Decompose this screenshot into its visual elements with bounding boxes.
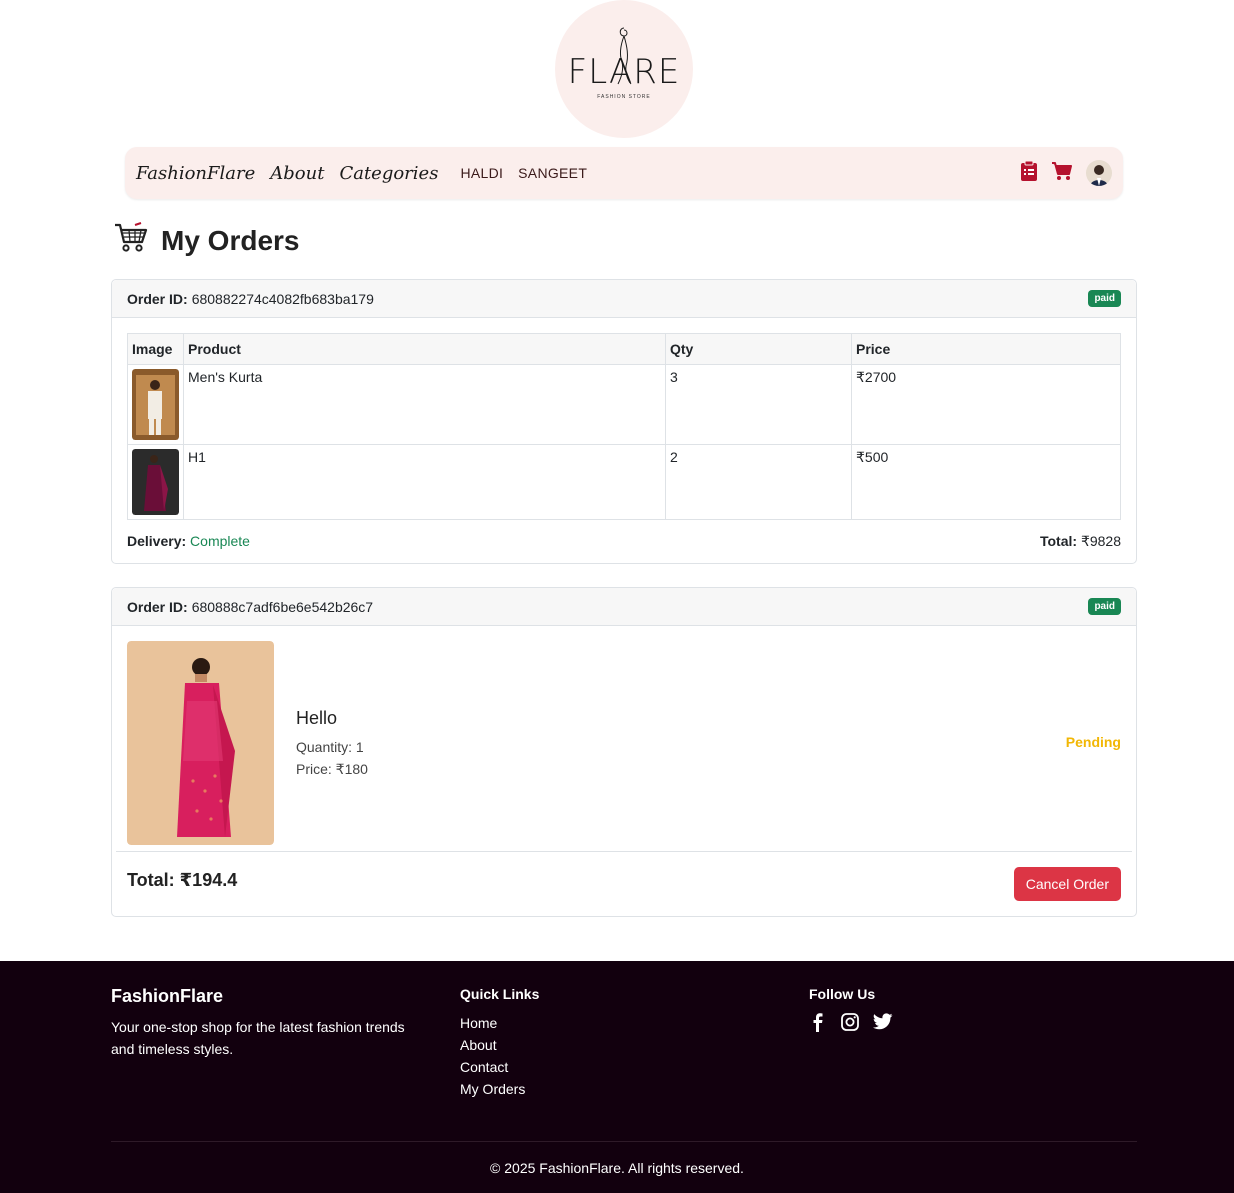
- cart-icon: [113, 222, 149, 259]
- footer-link-my-orders[interactable]: My Orders: [460, 1078, 539, 1100]
- order-item-name: Hello: [296, 708, 338, 728]
- order-item-price: Price: ₹180: [296, 761, 368, 777]
- column-header-price: Price: [851, 333, 1121, 365]
- avatar[interactable]: [1086, 160, 1112, 186]
- product-image-cell: [127, 444, 184, 520]
- product-price: ₹2700: [851, 364, 1121, 445]
- page-header: My Orders: [113, 222, 300, 259]
- product-name: Men's Kurta: [183, 364, 666, 445]
- order-total: Total: ₹194.4: [127, 870, 238, 890]
- column-header-image: Image: [127, 333, 184, 365]
- order-item-quantity: Quantity: 1: [296, 739, 364, 755]
- product-qty: 3: [665, 364, 852, 445]
- nav-link-about[interactable]: About: [270, 163, 324, 184]
- order-card: Order ID: 680882274c4082fb683ba179 paid …: [111, 279, 1137, 564]
- footer: FashionFlare Your one-stop shop for the …: [0, 961, 1234, 1193]
- logo-figure-icon: [617, 27, 632, 85]
- order-item-image[interactable]: [127, 641, 274, 845]
- cancel-order-button[interactable]: Cancel Order: [1013, 867, 1121, 901]
- payment-status-badge: paid: [1088, 290, 1121, 307]
- footer-divider: [111, 1141, 1137, 1142]
- footer-brand: FashionFlare: [111, 986, 224, 1006]
- order-footer: Total: ₹194.4 Cancel Order: [112, 867, 1136, 903]
- payment-status-badge: paid: [1088, 598, 1121, 615]
- order-card: Order ID: 680888c7adf6be6e542b26c7 paid …: [111, 587, 1137, 917]
- product-qty: 2: [665, 444, 852, 520]
- nav-category-sangeet[interactable]: SANGEET: [518, 165, 587, 181]
- order-item-status: Pending: [1065, 734, 1121, 750]
- footer-about: FashionFlare Your one-stop shop for the …: [111, 986, 431, 1060]
- total-value: ₹9828: [1080, 533, 1121, 549]
- delivery-status: Delivery: Complete: [127, 533, 250, 549]
- product-name: H1: [183, 444, 666, 520]
- instagram-icon[interactable]: [840, 1012, 860, 1037]
- navbar: FashionFlare About Categories HALDI SANG…: [125, 147, 1123, 199]
- product-image-cell: [127, 364, 184, 445]
- footer-quick-links: Quick Links Home About Contact My Orders: [460, 986, 539, 1100]
- logo-subtitle: FASHION STORE: [597, 94, 651, 100]
- footer-follow: Follow Us: [809, 986, 893, 1037]
- nav-brand[interactable]: FashionFlare: [136, 163, 255, 184]
- copyright: © 2025 FashionFlare. All rights reserved…: [490, 1160, 744, 1176]
- order-header: Order ID: 680888c7adf6be6e542b26c7 paid: [112, 588, 1136, 626]
- table-row: H1 2 ₹500: [127, 444, 1121, 520]
- order-items-table: Image Product Qty Price Men's Kurta 3 ₹2…: [127, 333, 1121, 520]
- social-icons: [809, 1012, 893, 1037]
- cart-icon[interactable]: [1051, 161, 1073, 186]
- order-header: Order ID: 680882274c4082fb683ba179 paid: [112, 280, 1136, 318]
- follow-title: Follow Us: [809, 986, 876, 1002]
- product-thumbnail[interactable]: [132, 369, 179, 440]
- order-id-label: Order ID:: [127, 290, 188, 307]
- order-id: 680888c7adf6be6e542b26c7: [191, 598, 374, 615]
- table-header-row: Image Product Qty Price: [127, 333, 1121, 365]
- nav-actions: [1020, 160, 1112, 187]
- nav-link-categories[interactable]: Categories: [339, 163, 438, 184]
- column-header-qty: Qty: [665, 333, 852, 365]
- product-thumbnail[interactable]: [132, 449, 179, 515]
- orders-clipboard-icon[interactable]: [1020, 160, 1038, 187]
- product-price: ₹500: [851, 444, 1121, 520]
- order-total: Total: ₹9828: [1040, 533, 1121, 550]
- delivery-label: Delivery:: [127, 533, 187, 549]
- site-logo[interactable]: FLARE FASHION STORE: [555, 0, 693, 138]
- quick-links-title: Quick Links: [460, 986, 540, 1002]
- order-item-details: Hello Quantity: 1 Price: ₹180: [296, 708, 368, 780]
- nav-category-haldi[interactable]: HALDI: [460, 165, 503, 181]
- twitter-icon[interactable]: [873, 1013, 893, 1036]
- delivery-status-value: Complete: [190, 533, 250, 549]
- footer-link-about[interactable]: About: [460, 1034, 539, 1056]
- footer-link-contact[interactable]: Contact: [460, 1056, 539, 1078]
- page-title: My Orders: [161, 224, 300, 256]
- table-row: Men's Kurta 3 ₹2700: [127, 364, 1121, 445]
- facebook-icon[interactable]: [809, 1012, 827, 1037]
- total-label: Total:: [1039, 533, 1078, 549]
- footer-tagline: Your one-stop shop for the latest fashio…: [111, 1019, 405, 1057]
- order-id: 680882274c4082fb683ba179: [191, 290, 374, 307]
- footer-link-home[interactable]: Home: [460, 1012, 539, 1034]
- order-id-label: Order ID:: [127, 598, 188, 615]
- column-header-product: Product: [183, 333, 666, 365]
- card-divider: [116, 851, 1132, 852]
